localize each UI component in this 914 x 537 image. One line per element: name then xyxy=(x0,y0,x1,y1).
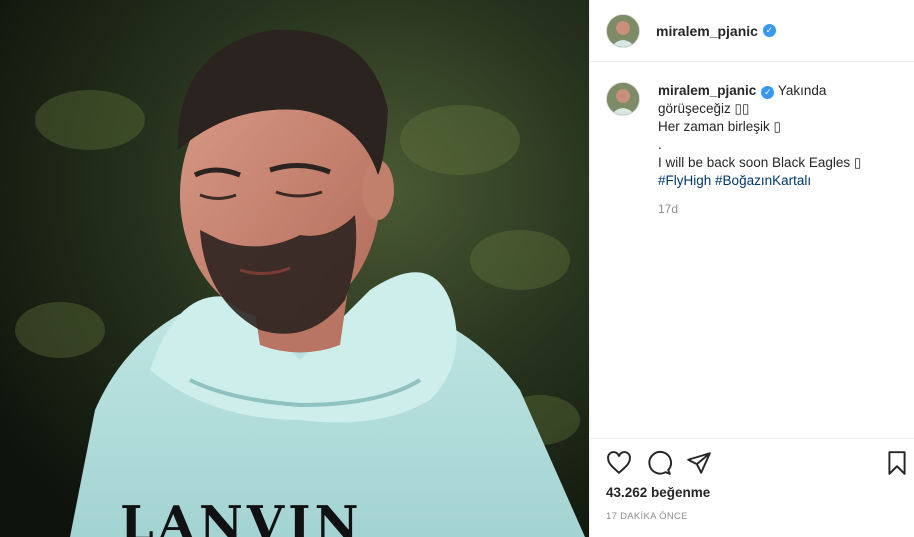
verified-badge-icon: ✓ xyxy=(762,24,776,37)
caption-avatar[interactable] xyxy=(606,82,640,116)
post-sidebar: miralem_pjanic ✓ miralem_pjanic ✓ Yakında… xyxy=(590,0,914,537)
caption-text: I will be back soon Black Eagles ▯ xyxy=(658,155,862,170)
hashtag-link[interactable]: #BoğazınKartalı xyxy=(715,173,811,188)
post-photo[interactable]: LANVIN xyxy=(0,0,589,537)
avatar-image xyxy=(607,14,639,47)
caption-text: Her zaman birleşik ▯ xyxy=(658,119,781,134)
caption-text: . xyxy=(658,137,662,152)
comment-icon[interactable] xyxy=(646,450,672,476)
caption-body: miralem_pjanic ✓ Yakında görüşeceğiz ▯▯ H… xyxy=(658,82,861,218)
heart-icon[interactable] xyxy=(606,450,632,476)
post-header: miralem_pjanic ✓ xyxy=(590,0,914,62)
actions-bar xyxy=(590,438,914,488)
likes-count[interactable]: 43.262 beğenme xyxy=(606,485,710,500)
hashtag-link[interactable]: #FlyHigh xyxy=(658,173,711,188)
verified-badge-icon: ✓ xyxy=(761,86,775,99)
bookmark-icon[interactable] xyxy=(884,450,910,476)
caption-username[interactable]: miralem_pjanic xyxy=(658,83,756,98)
header-username[interactable]: miralem_pjanic xyxy=(656,23,758,39)
hashtag-line: #FlyHigh #BoğazınKartalı xyxy=(658,172,861,190)
caption-text: Yakında xyxy=(777,83,827,98)
avatar[interactable] xyxy=(606,13,640,48)
post-photo-illustration: LANVIN xyxy=(0,0,589,537)
post-timestamp[interactable]: 17 DAKİKA ÖNCE xyxy=(606,511,688,522)
share-icon[interactable] xyxy=(686,450,712,476)
caption: miralem_pjanic ✓ Yakında görüşeceğiz ▯▯ H… xyxy=(606,82,906,218)
caption-text: görüşeceğiz ▯▯ xyxy=(658,101,750,116)
avatar-image xyxy=(607,83,639,115)
hoodie-print-text: LANVIN xyxy=(120,496,362,537)
relative-time[interactable]: 17d xyxy=(658,200,861,218)
